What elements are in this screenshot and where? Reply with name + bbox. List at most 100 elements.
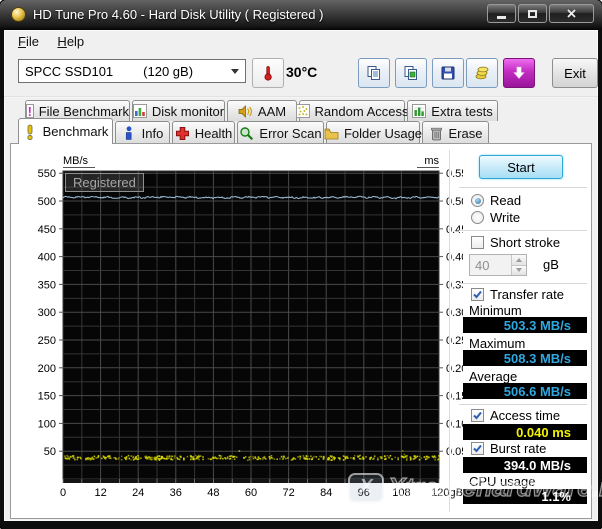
svg-text:72: 72	[282, 487, 294, 499]
menu-help[interactable]: Help	[57, 34, 84, 49]
svg-text:400: 400	[38, 252, 56, 264]
svg-text:200: 200	[38, 363, 56, 375]
tab-extra-tests[interactable]: Extra tests	[407, 100, 498, 121]
bar-chart-icon	[132, 104, 147, 118]
registered-overlay: Registered	[65, 173, 144, 192]
svg-text:96: 96	[358, 487, 370, 499]
start-button[interactable]: Start	[479, 155, 563, 179]
options-button[interactable]	[466, 58, 498, 88]
tab-disk-monitor[interactable]: Disk monitor	[132, 100, 225, 121]
maximum-value: 508.3 MB/s	[463, 350, 587, 366]
benchmark-chart: MB/sms550500450400350300250200150100500.…	[38, 155, 463, 499]
app-icon	[11, 7, 26, 22]
svg-text:ms: ms	[424, 155, 439, 167]
access-time-value: 0.040 ms	[463, 424, 587, 440]
capacity-value: 40	[475, 257, 490, 273]
burst-rate-value: 394.0 MB/s	[463, 457, 587, 473]
stepper-up-button[interactable]	[512, 255, 526, 265]
close-icon	[567, 9, 576, 18]
svg-text:450: 450	[38, 224, 56, 236]
maximize-icon	[528, 9, 537, 18]
svg-text:150: 150	[38, 391, 56, 403]
tab-benchmark[interactable]: Benchmark	[18, 118, 113, 144]
download-button[interactable]	[503, 58, 535, 88]
tab-health[interactable]: Health	[172, 121, 235, 144]
titlebar: HD Tune Pro 4.60 - Hard Disk Utility ( R…	[0, 0, 602, 30]
short-stroke-checkbox[interactable]: Short stroke	[471, 235, 560, 250]
tab-info[interactable]: Info	[115, 121, 170, 144]
tab-error-scan[interactable]: Error Scan	[237, 121, 324, 144]
checkbox-unchecked-icon	[471, 236, 484, 249]
svg-text:500: 500	[38, 196, 56, 208]
svg-text:MB/s: MB/s	[63, 155, 89, 167]
panel-divider	[449, 150, 451, 512]
tab-erase[interactable]: Erase	[422, 121, 489, 144]
exclamation-purple-icon: !	[26, 103, 34, 119]
menu-bar: File Help	[4, 30, 598, 52]
transfer-rate-checkbox[interactable]: Transfer rate	[471, 287, 564, 302]
capacity-stepper[interactable]: 40	[469, 254, 527, 276]
thermometer-icon	[264, 66, 272, 81]
chart-grid-icon	[412, 104, 427, 118]
svg-text:24: 24	[132, 487, 144, 499]
average-label: Average	[469, 369, 518, 384]
svg-text:48: 48	[207, 487, 219, 499]
tab-random-access[interactable]: Random Access	[295, 100, 408, 121]
minimize-icon	[497, 15, 506, 19]
cpu-usage-value: 1.1%	[463, 489, 587, 504]
window-title: HD Tune Pro 4.60 - Hard Disk Utility ( R…	[33, 7, 324, 22]
menu-file[interactable]: File	[18, 34, 39, 49]
coins-icon	[475, 66, 489, 80]
svg-text:550: 550	[38, 168, 56, 180]
temperature-button[interactable]	[252, 58, 284, 88]
checkbox-checked-icon	[471, 288, 484, 301]
minimize-button[interactable]	[487, 4, 516, 23]
minimum-value: 503.3 MB/s	[463, 317, 587, 333]
tab-aam[interactable]: AAM	[227, 100, 297, 121]
dots-icon	[295, 104, 310, 118]
client-area: File Help SPCC SSD101 (120 gB) 30°C Exit…	[4, 30, 598, 521]
svg-text:12: 12	[94, 487, 106, 499]
benchmark-page: MB/sms550500450400350300250200150100500.…	[10, 143, 592, 519]
svg-text:108: 108	[392, 487, 410, 499]
tab-folder-usage[interactable]: Folder Usage	[324, 121, 422, 144]
temperature-value: 30°C	[286, 64, 318, 80]
drive-select-dropdown[interactable]: SPCC SSD101 (120 gB)	[18, 59, 246, 83]
stepper-down-button[interactable]	[512, 264, 526, 275]
svg-text:250: 250	[38, 335, 56, 347]
radio-unselected-icon	[471, 211, 484, 224]
burst-rate-checkbox[interactable]: Burst rate	[471, 441, 546, 456]
maximize-button[interactable]	[518, 4, 547, 23]
copy-button[interactable]	[358, 58, 390, 88]
copy-image-button[interactable]	[395, 58, 427, 88]
access-time-checkbox[interactable]: Access time	[471, 408, 560, 423]
magnifier-icon	[239, 126, 254, 141]
svg-text:350: 350	[38, 279, 56, 291]
drive-model: SPCC SSD101	[25, 63, 114, 79]
exit-button[interactable]: Exit	[552, 58, 598, 88]
svg-text:0: 0	[60, 487, 66, 499]
checkbox-checked-icon	[471, 409, 484, 422]
drive-capacity: (120 gB)	[143, 63, 194, 79]
write-radio[interactable]: Write	[471, 210, 520, 225]
save-button[interactable]	[432, 58, 464, 88]
svg-text:60: 60	[245, 487, 257, 499]
arrow-down-icon	[513, 66, 525, 79]
read-radio[interactable]: Read	[471, 193, 521, 208]
copy-image-icon	[404, 66, 417, 80]
health-cross-icon	[175, 126, 190, 141]
exclamation-yellow-icon	[23, 124, 38, 140]
radio-selected-icon	[471, 194, 484, 207]
app-window: HD Tune Pro 4.60 - Hard Disk Utility ( R…	[0, 0, 602, 529]
checkbox-checked-icon	[471, 442, 484, 455]
copy-icon	[367, 66, 380, 80]
toolbar-divider	[4, 96, 598, 98]
maximum-label: Maximum	[469, 336, 526, 351]
svg-text:100: 100	[38, 418, 56, 430]
close-button[interactable]	[549, 4, 594, 23]
svg-text:300: 300	[38, 307, 56, 319]
dropdown-arrow-icon	[231, 68, 239, 74]
cpu-usage-label: CPU usage	[469, 474, 536, 489]
save-icon	[441, 66, 455, 80]
svg-text:36: 36	[170, 487, 182, 499]
